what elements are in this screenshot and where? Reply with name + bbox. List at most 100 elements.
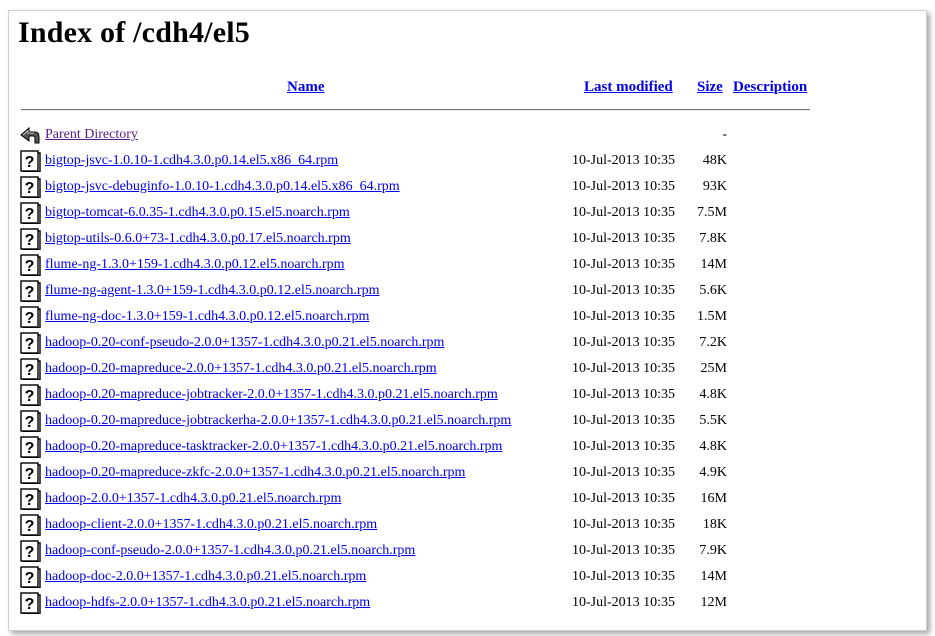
svg-text:?: ? bbox=[25, 544, 35, 561]
last-modified: 10-Jul-2013 10:35 bbox=[572, 335, 676, 350]
file-row: ? hadoop-0.20-conf-pseudo-2.0.0+1357-1.cd… bbox=[9, 331, 926, 355]
file-link[interactable]: flume-ng-1.3.0+159-1.cdh4.3.0.p0.12.el5.… bbox=[45, 253, 345, 277]
file-link[interactable]: bigtop-utils-0.6.0+73-1.cdh4.3.0.p0.17.e… bbox=[45, 227, 351, 251]
last-modified: 10-Jul-2013 10:35 bbox=[572, 179, 676, 194]
svg-text:?: ? bbox=[25, 206, 35, 223]
svg-text:?: ? bbox=[25, 362, 35, 379]
file-size: 7.9K bbox=[699, 543, 727, 558]
file-size: 25M bbox=[700, 361, 727, 376]
last-modified: 10-Jul-2013 10:35 bbox=[572, 361, 676, 376]
directory-listing-page: Index of /cdh4/el5 Name Last modified Si… bbox=[8, 10, 927, 631]
file-link[interactable]: flume-ng-agent-1.3.0+159-1.cdh4.3.0.p0.1… bbox=[45, 279, 379, 303]
unknown-file-icon: ? bbox=[20, 592, 41, 614]
file-link[interactable]: hadoop-0.20-mapreduce-jobtrackerha-2.0.0… bbox=[45, 409, 511, 433]
file-link[interactable]: hadoop-0.20-mapreduce-2.0.0+1357-1.cdh4.… bbox=[45, 357, 437, 381]
file-row: ? hadoop-conf-pseudo-2.0.0+1357-1.cdh4.3.… bbox=[9, 539, 926, 563]
svg-text:?: ? bbox=[25, 518, 35, 535]
file-size: 12M bbox=[700, 595, 727, 610]
back-arrow-icon bbox=[20, 126, 40, 144]
file-row: ? flume-ng-doc-1.3.0+159-1.cdh4.3.0.p0.12… bbox=[9, 305, 926, 329]
file-row: ? flume-ng-agent-1.3.0+159-1.cdh4.3.0.p0.… bbox=[9, 279, 926, 303]
unknown-file-icon: ? bbox=[20, 436, 41, 458]
file-link[interactable]: hadoop-0.20-mapreduce-zkfc-2.0.0+1357-1.… bbox=[45, 461, 465, 485]
svg-text:?: ? bbox=[25, 492, 35, 509]
file-row: ? bigtop-tomcat-6.0.35-1.cdh4.3.0.p0.15.e… bbox=[9, 201, 926, 225]
unknown-file-icon: ? bbox=[20, 306, 41, 328]
unknown-file-icon: ? bbox=[20, 228, 41, 250]
header-divider bbox=[21, 109, 810, 111]
svg-text:?: ? bbox=[25, 440, 35, 457]
page-title: Index of /cdh4/el5 bbox=[18, 16, 250, 49]
svg-text:?: ? bbox=[25, 570, 35, 587]
sort-by-name-link[interactable]: Name bbox=[287, 79, 325, 96]
unknown-file-icon: ? bbox=[20, 358, 41, 380]
last-modified: 10-Jul-2013 10:35 bbox=[572, 569, 676, 584]
unknown-file-icon: ? bbox=[20, 150, 41, 172]
parent-directory-link[interactable]: Parent Directory bbox=[45, 123, 138, 147]
file-link[interactable]: flume-ng-doc-1.3.0+159-1.cdh4.3.0.p0.12.… bbox=[45, 305, 369, 329]
sort-by-last-modified-link[interactable]: Last modified bbox=[584, 79, 673, 96]
last-modified: 10-Jul-2013 10:35 bbox=[572, 543, 676, 558]
last-modified: 10-Jul-2013 10:35 bbox=[572, 491, 676, 506]
last-modified: 10-Jul-2013 10:35 bbox=[572, 283, 676, 298]
file-row: ? flume-ng-1.3.0+159-1.cdh4.3.0.p0.12.el5… bbox=[9, 253, 926, 277]
file-link[interactable]: hadoop-client-2.0.0+1357-1.cdh4.3.0.p0.2… bbox=[45, 513, 377, 537]
file-size: 93K bbox=[702, 179, 727, 194]
file-row: ? hadoop-2.0.0+1357-1.cdh4.3.0.p0.21.el5.… bbox=[9, 487, 926, 511]
svg-text:?: ? bbox=[25, 414, 35, 431]
parent-directory-row: Parent Directory - bbox=[9, 123, 926, 147]
svg-text:?: ? bbox=[25, 232, 35, 249]
file-size: 14M bbox=[700, 569, 727, 584]
file-link[interactable]: hadoop-0.20-mapreduce-tasktracker-2.0.0+… bbox=[45, 435, 502, 459]
file-link[interactable]: bigtop-jsvc-1.0.10-1.cdh4.3.0.p0.14.el5.… bbox=[45, 149, 338, 173]
file-size: 18K bbox=[702, 517, 727, 532]
file-size: 16M bbox=[700, 491, 727, 506]
file-row: ? hadoop-hdfs-2.0.0+1357-1.cdh4.3.0.p0.21… bbox=[9, 591, 926, 615]
file-link[interactable]: hadoop-0.20-conf-pseudo-2.0.0+1357-1.cdh… bbox=[45, 331, 444, 355]
unknown-file-icon: ? bbox=[20, 514, 41, 536]
file-row: ? hadoop-client-2.0.0+1357-1.cdh4.3.0.p0.… bbox=[9, 513, 926, 537]
sort-by-size-link[interactable]: Size bbox=[697, 79, 723, 96]
file-size: - bbox=[722, 127, 727, 142]
file-row: ? bigtop-utils-0.6.0+73-1.cdh4.3.0.p0.17.… bbox=[9, 227, 926, 251]
unknown-file-icon: ? bbox=[20, 540, 41, 562]
file-row: ? hadoop-0.20-mapreduce-zkfc-2.0.0+1357-1… bbox=[9, 461, 926, 485]
svg-text:?: ? bbox=[25, 154, 35, 171]
file-link[interactable]: hadoop-hdfs-2.0.0+1357-1.cdh4.3.0.p0.21.… bbox=[45, 591, 370, 615]
file-size: 4.8K bbox=[699, 387, 727, 402]
last-modified: 10-Jul-2013 10:35 bbox=[572, 517, 676, 532]
svg-text:?: ? bbox=[25, 336, 35, 353]
unknown-file-icon: ? bbox=[20, 332, 41, 354]
last-modified: 10-Jul-2013 10:35 bbox=[572, 231, 676, 246]
last-modified: 10-Jul-2013 10:35 bbox=[572, 465, 676, 480]
file-row: ? bigtop-jsvc-debuginfo-1.0.10-1.cdh4.3.0… bbox=[9, 175, 926, 199]
file-link[interactable]: bigtop-tomcat-6.0.35-1.cdh4.3.0.p0.15.el… bbox=[45, 201, 350, 225]
file-link[interactable]: hadoop-doc-2.0.0+1357-1.cdh4.3.0.p0.21.e… bbox=[45, 565, 366, 589]
unknown-file-icon: ? bbox=[20, 410, 41, 432]
file-link[interactable]: bigtop-jsvc-debuginfo-1.0.10-1.cdh4.3.0.… bbox=[45, 175, 400, 199]
last-modified: 10-Jul-2013 10:35 bbox=[572, 257, 676, 272]
file-size: 7.2K bbox=[699, 335, 727, 350]
last-modified: 10-Jul-2013 10:35 bbox=[572, 153, 676, 168]
file-link[interactable]: hadoop-conf-pseudo-2.0.0+1357-1.cdh4.3.0… bbox=[45, 539, 415, 563]
file-link[interactable]: hadoop-2.0.0+1357-1.cdh4.3.0.p0.21.el5.n… bbox=[45, 487, 341, 511]
last-modified: 10-Jul-2013 10:35 bbox=[572, 205, 676, 220]
file-row: ? hadoop-0.20-mapreduce-jobtrackerha-2.0.… bbox=[9, 409, 926, 433]
file-link[interactable]: hadoop-0.20-mapreduce-jobtracker-2.0.0+1… bbox=[45, 383, 498, 407]
sort-by-description-link[interactable]: Description bbox=[733, 79, 807, 96]
file-size: 5.6K bbox=[699, 283, 727, 298]
last-modified: 10-Jul-2013 10:35 bbox=[572, 439, 676, 454]
file-row: ? hadoop-0.20-mapreduce-jobtracker-2.0.0+… bbox=[9, 383, 926, 407]
last-modified: 10-Jul-2013 10:35 bbox=[572, 309, 676, 324]
svg-text:?: ? bbox=[25, 310, 35, 327]
file-size: 4.9K bbox=[699, 465, 727, 480]
file-size: 5.5K bbox=[699, 413, 727, 428]
unknown-file-icon: ? bbox=[20, 254, 41, 276]
svg-text:?: ? bbox=[25, 180, 35, 197]
file-row: ? hadoop-doc-2.0.0+1357-1.cdh4.3.0.p0.21.… bbox=[9, 565, 926, 589]
file-size: 48K bbox=[702, 153, 727, 168]
svg-text:?: ? bbox=[25, 596, 35, 613]
file-size: 7.8K bbox=[699, 231, 727, 246]
file-row: ? hadoop-0.20-mapreduce-2.0.0+1357-1.cdh4… bbox=[9, 357, 926, 381]
unknown-file-icon: ? bbox=[20, 462, 41, 484]
